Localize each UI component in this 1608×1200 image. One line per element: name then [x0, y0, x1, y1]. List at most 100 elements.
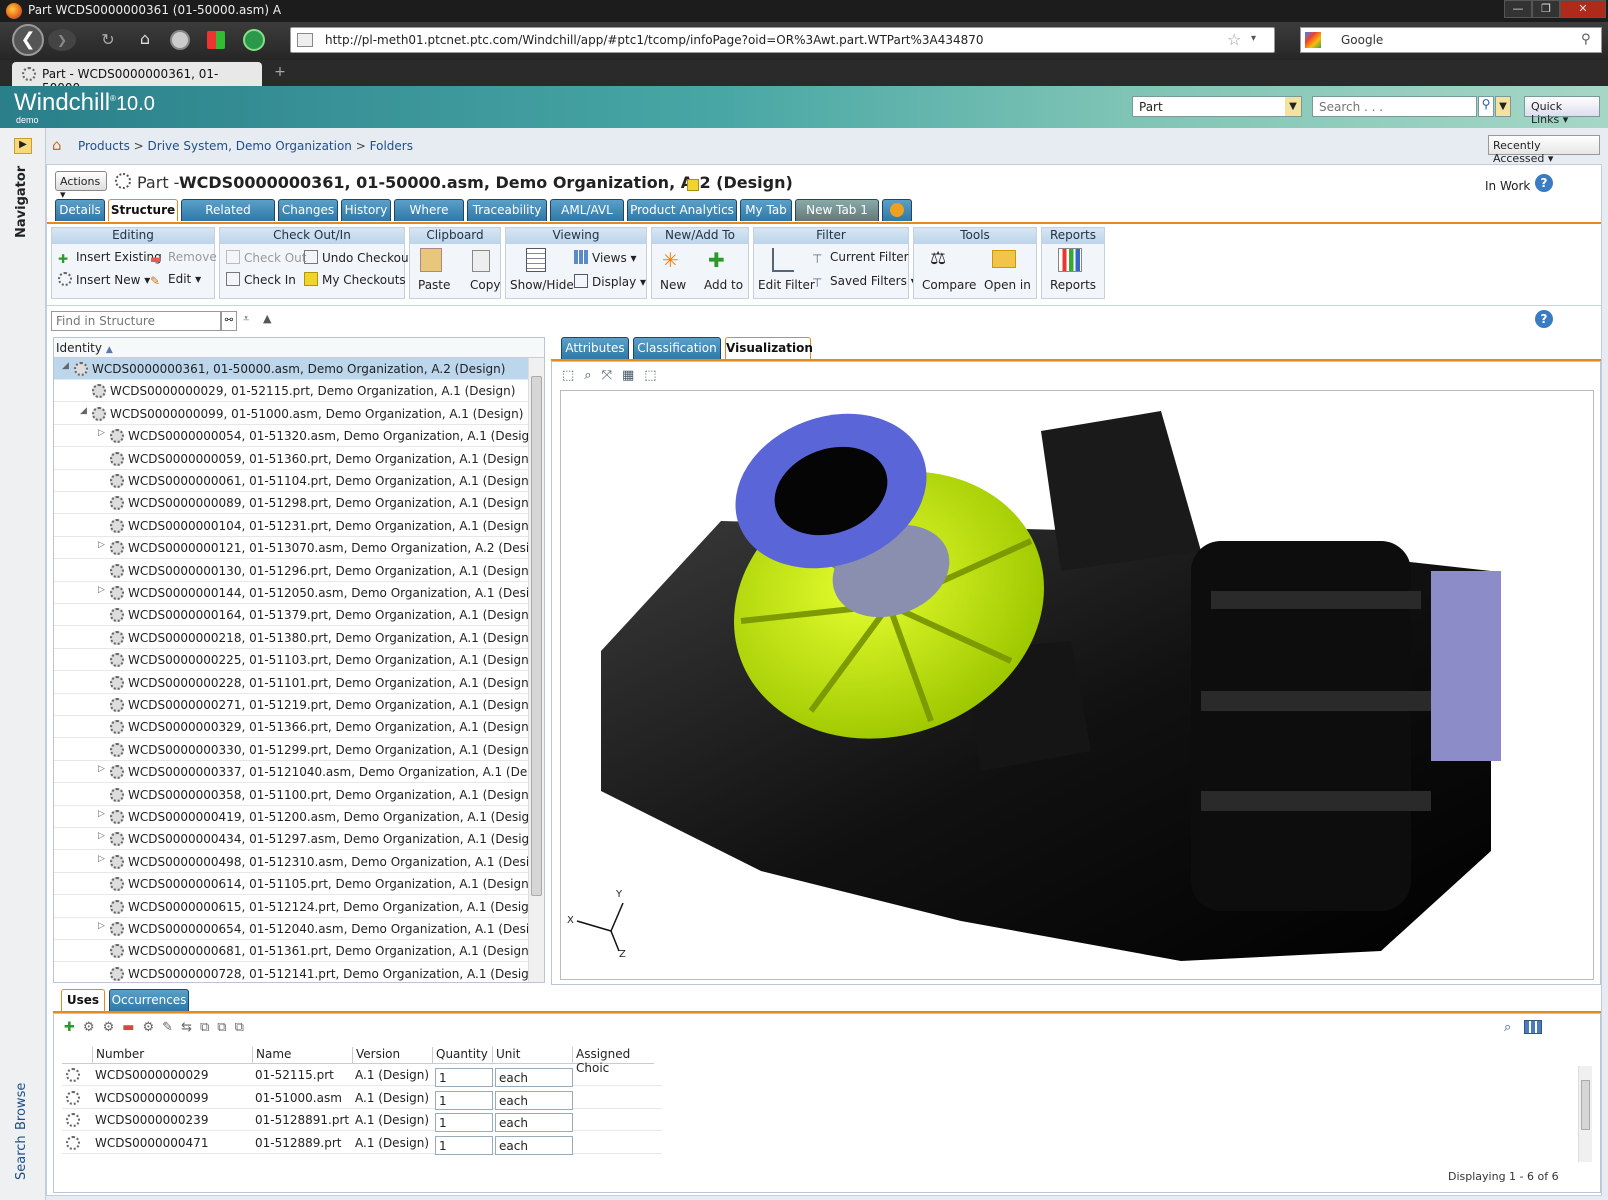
- tab-new-tab-1[interactable]: New Tab 1: [795, 199, 879, 221]
- back-button[interactable]: ❮: [12, 24, 44, 56]
- copy-icon[interactable]: [472, 250, 490, 272]
- tree-row[interactable]: WCDS0000000681, 01-51361.prt, Demo Organ…: [54, 940, 528, 963]
- tab-history[interactable]: History: [341, 199, 391, 221]
- column-header[interactable]: Name: [252, 1047, 291, 1064]
- search-nav-link[interactable]: Search: [14, 1135, 29, 1180]
- actions-menu[interactable]: Actions ▾: [55, 171, 107, 201]
- tree-row[interactable]: WCDS0000000271, 01-51219.prt, Demo Organ…: [54, 694, 528, 716]
- add-icon[interactable]: ✚: [64, 1020, 83, 1035]
- reload-icon[interactable]: ↻: [98, 30, 118, 50]
- search-options-icon[interactable]: ▼: [1495, 96, 1511, 117]
- insert-icon[interactable]: ⚙: [83, 1020, 103, 1035]
- forward-button[interactable]: ❯: [48, 29, 76, 51]
- insert-new-button[interactable]: Insert New ▾: [58, 272, 150, 287]
- tree-row[interactable]: WCDS0000000615, 01-512124.prt, Demo Orga…: [54, 896, 528, 918]
- edit-attr-icon[interactable]: ✎: [162, 1020, 181, 1035]
- tree-expander-icon[interactable]: ◢: [62, 361, 69, 371]
- cell-quantity[interactable]: 1: [435, 1090, 493, 1110]
- tree-row[interactable]: WCDS0000000061, 01-51104.prt, Demo Organ…: [54, 470, 528, 492]
- current-filter-button[interactable]: ⊤ Current Filter: [812, 250, 909, 266]
- tab-visualization[interactable]: Visualization: [725, 337, 813, 359]
- binoculars-icon[interactable]: ⚯: [221, 311, 237, 331]
- table-row[interactable]: WCDS0000000239 01-5128891.prt A.1 (Design)…: [62, 1109, 662, 1132]
- tree-row[interactable]: WCDS0000000614, 01-51105.prt, Demo Organ…: [54, 873, 528, 896]
- tree-row[interactable]: WCDS0000000228, 01-51101.prt, Demo Organ…: [54, 672, 528, 694]
- tree-row[interactable]: ◢ WCDS0000000099, 01-51000.asm, Demo Orga…: [54, 403, 528, 425]
- tree-row[interactable]: WCDS0000000164, 01-51379.prt, Demo Organ…: [54, 604, 528, 627]
- scrollbar-thumb[interactable]: [531, 376, 542, 896]
- tab-classification[interactable]: Classification: [633, 337, 721, 359]
- zoom-fit-icon[interactable]: ⬚: [562, 368, 584, 383]
- replace-icon[interactable]: ⚙: [103, 1020, 123, 1035]
- tab-related-objects[interactable]: Related Objects: [181, 199, 275, 238]
- show-hide-icon[interactable]: [526, 248, 546, 272]
- cut-icon[interactable]: ⧉: [200, 1020, 217, 1035]
- tree-row[interactable]: ▷ WCDS0000000434, 01-51297.asm, Demo Orga…: [54, 828, 528, 851]
- pan-icon[interactable]: ⤧: [602, 368, 622, 383]
- table-row[interactable]: WCDS0000000471 01-512889.prt A.1 (Design) 1…: [62, 1132, 662, 1155]
- edit-button[interactable]: ✎ Edit ▾: [150, 272, 201, 288]
- 3d-viewport[interactable]: Y X Z: [560, 390, 1594, 980]
- browse-nav-link[interactable]: Browse: [14, 1083, 29, 1130]
- compare-button[interactable]: Compare: [922, 278, 976, 292]
- tab-traceability[interactable]: Traceability: [467, 199, 547, 221]
- search-go-icon[interactable]: ⚲: [1478, 96, 1494, 117]
- tree-expander-icon[interactable]: ▷: [98, 921, 105, 931]
- tree-row[interactable]: ▷ WCDS0000000498, 01-512310.asm, Demo Org…: [54, 851, 528, 873]
- cell-unit[interactable]: each: [495, 1135, 573, 1155]
- help-icon[interactable]: ?: [1535, 174, 1553, 192]
- search-type-select[interactable]: Part ▼: [1132, 96, 1302, 117]
- tree-row[interactable]: ▷ WCDS0000000144, 01-512050.asm, Demo Org…: [54, 582, 528, 604]
- my-checkouts-button[interactable]: My Checkouts: [304, 272, 406, 287]
- tree-expander-icon[interactable]: ◢: [80, 406, 87, 416]
- windchill-logo[interactable]: Windchill®10.0 demo: [14, 89, 155, 125]
- tab-structure[interactable]: Structure: [108, 199, 178, 221]
- close-window-button[interactable]: ✕: [1560, 0, 1606, 18]
- tree-scrollbar[interactable]: [528, 358, 544, 982]
- table-row[interactable]: WCDS0000000029 01-52115.prt A.1 (Design) 1 e…: [62, 1064, 662, 1087]
- cell-unit[interactable]: each: [495, 1068, 573, 1087]
- new-button[interactable]: New: [660, 278, 686, 292]
- quick-links-menu[interactable]: Quick Links ▾: [1524, 96, 1600, 126]
- tree-row[interactable]: WCDS0000000330, 01-51299.prt, Demo Organ…: [54, 739, 528, 761]
- reports-icon[interactable]: [1058, 248, 1082, 272]
- table-row[interactable]: WCDS0000000099 01-51000.asm A.1 (Design) 1 e…: [62, 1087, 662, 1110]
- url-dropdown-icon[interactable]: ▾: [1251, 33, 1256, 44]
- column-header[interactable]: Assigned Choic: [572, 1047, 654, 1075]
- tree-row[interactable]: ▷ WCDS0000000419, 01-51200.asm, Demo Orga…: [54, 806, 528, 828]
- display-button[interactable]: Display ▾: [574, 274, 646, 289]
- saved-filters-button[interactable]: ⊤ Saved Filters ▾: [812, 274, 917, 290]
- uses-toolbar[interactable]: ✚⚙⚙▬⚙✎⇆⧉⧉⧉: [64, 1020, 252, 1035]
- search-icon[interactable]: ⚲: [1581, 32, 1591, 47]
- views-button[interactable]: Views ▾: [574, 250, 637, 265]
- tree-row[interactable]: WCDS0000000225, 01-51103.prt, Demo Organ…: [54, 649, 528, 672]
- maximize-button[interactable]: ❐: [1532, 0, 1560, 18]
- column-header[interactable]: Unit: [492, 1047, 520, 1064]
- edit-icon[interactable]: ⚙: [143, 1020, 163, 1035]
- navigator-label[interactable]: Navigator: [14, 166, 29, 238]
- tab-changes[interactable]: Changes: [278, 199, 338, 221]
- zoom-window-icon[interactable]: ⌕: [584, 368, 601, 383]
- tab-occurrences[interactable]: Occurrences: [109, 989, 189, 1011]
- paste-icon[interactable]: ⧉: [217, 1020, 234, 1035]
- uses-scrollbar[interactable]: [1578, 1066, 1592, 1162]
- edit-filter-icon[interactable]: [772, 248, 794, 272]
- tree-expander-icon[interactable]: ▷: [98, 854, 105, 864]
- new-tab-button[interactable]: +: [270, 64, 290, 84]
- cell-unit[interactable]: each: [495, 1090, 573, 1110]
- tab-uses[interactable]: Uses: [61, 989, 105, 1011]
- tab-product-analytics[interactable]: Product Analytics: [627, 199, 737, 221]
- column-header[interactable]: Quantity: [432, 1047, 488, 1064]
- open-in-icon[interactable]: [992, 250, 1016, 268]
- remove-button[interactable]: ▬ Remove: [150, 250, 217, 266]
- bookmark-star-icon[interactable]: ☆: [1227, 30, 1241, 49]
- open-in-button[interactable]: Open in: [984, 278, 1031, 292]
- breadcrumb-context[interactable]: Drive System, Demo Organization: [148, 139, 352, 153]
- tree-row[interactable]: WCDS0000000728, 01-512141.prt, Demo Orga…: [54, 963, 528, 982]
- tree-row[interactable]: WCDS0000000104, 01-51231.prt, Demo Organ…: [54, 515, 528, 537]
- tree-expander-icon[interactable]: ▷: [98, 540, 105, 550]
- tree-row[interactable]: WCDS0000000130, 01-51296.prt, Demo Organ…: [54, 560, 528, 582]
- history-icon[interactable]: [170, 30, 190, 50]
- find-icon[interactable]: ⌕: [1504, 1020, 1511, 1035]
- expand-navigator-icon[interactable]: ▶: [14, 138, 32, 154]
